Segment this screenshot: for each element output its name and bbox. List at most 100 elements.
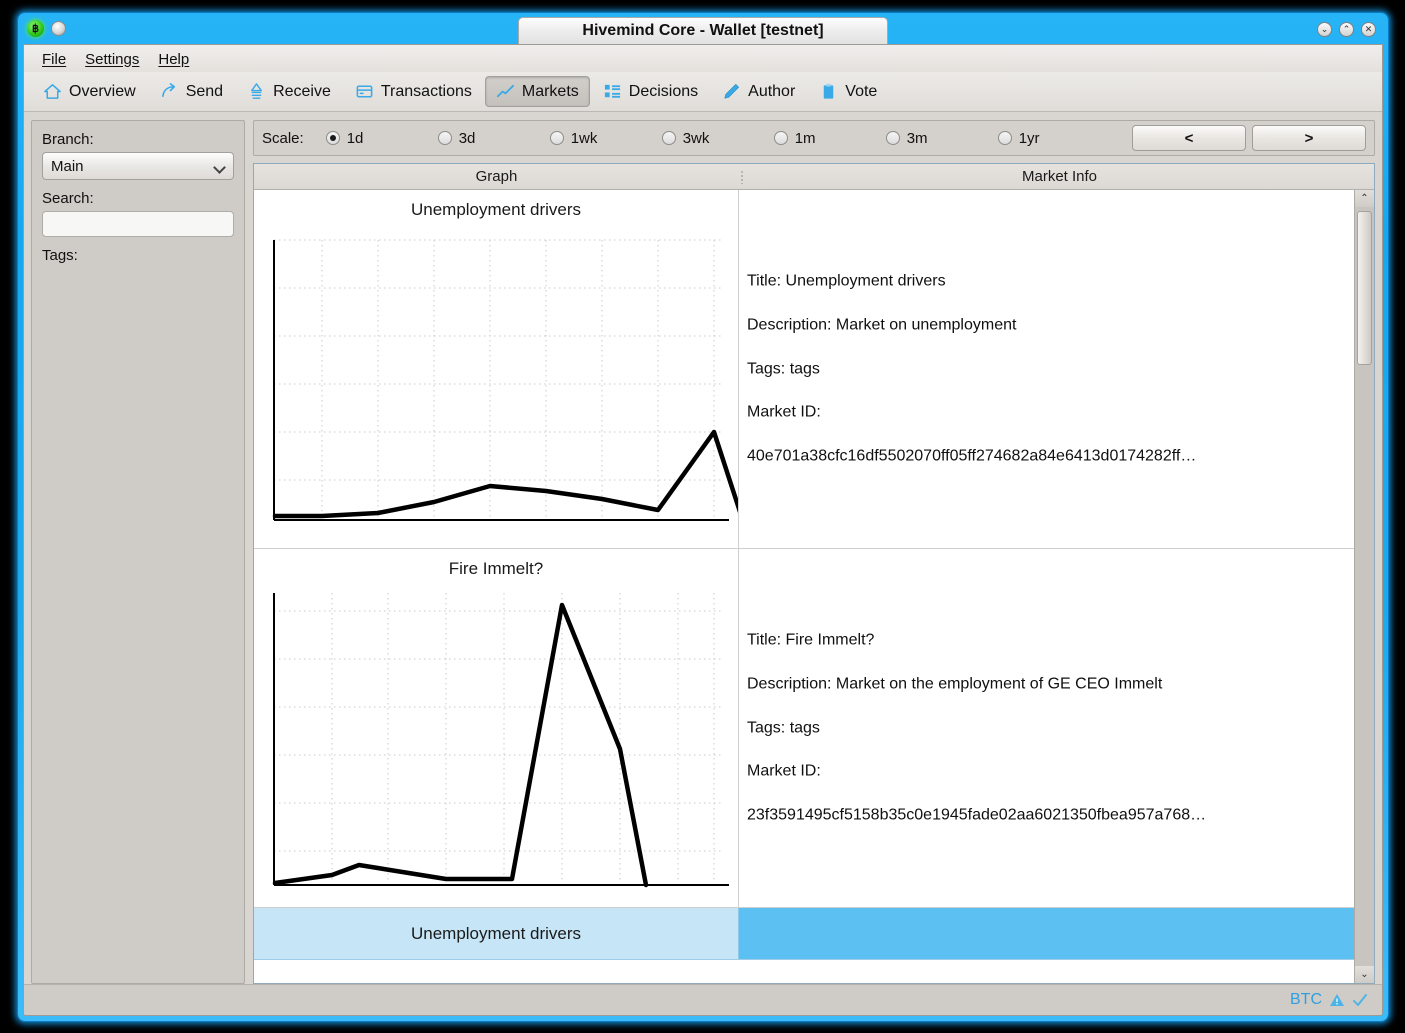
markets-table: Graph Market Info Unemployment drivers T… bbox=[253, 163, 1375, 984]
scale-option-3wk[interactable]: 3wk bbox=[661, 129, 774, 147]
prev-page-button[interactable]: < bbox=[1132, 125, 1246, 151]
home-icon bbox=[44, 84, 61, 99]
tab-receive[interactable]: Receive bbox=[236, 76, 342, 107]
search-input[interactable] bbox=[42, 211, 234, 237]
filter-sidebar: Branch: Main Search: Tags: bbox=[31, 120, 245, 984]
menu-bar: File Settings Help bbox=[24, 45, 1382, 72]
tab-send[interactable]: Send bbox=[149, 76, 234, 107]
title-bar-icon-group: ฿ bbox=[27, 20, 66, 37]
tab-markets[interactable]: Markets bbox=[484, 76, 590, 107]
market-description-line: Description: Market on unemployment bbox=[747, 316, 1017, 334]
tags-label: Tags: bbox=[42, 247, 78, 264]
menu-help-label: Help bbox=[158, 50, 190, 68]
tab-decisions-label: Decisions bbox=[628, 82, 699, 100]
secondary-orb-icon bbox=[51, 21, 66, 36]
scale-label: Scale: bbox=[262, 129, 304, 147]
send-arrow-icon bbox=[161, 83, 175, 98]
search-label: Search: bbox=[42, 190, 94, 207]
row-info-cell[interactable]: Title: Unemployment drivers Description:… bbox=[739, 190, 1354, 548]
scale-option-3wk-label: 3wk bbox=[682, 129, 710, 147]
row-graph-cell[interactable]: Fire Immelt? bbox=[254, 549, 739, 907]
radio-dot-3wk bbox=[661, 131, 676, 145]
chart-canvas bbox=[272, 593, 729, 888]
scroll-thumb[interactable] bbox=[1357, 211, 1372, 365]
status-ticker-label: BTC bbox=[1290, 991, 1322, 1008]
tab-author[interactable]: Author bbox=[711, 76, 806, 107]
table-row[interactable]: Fire Immelt? Title: Fire Immelt? Descrip… bbox=[254, 549, 1354, 908]
market-title-line: Title: Unemployment drivers bbox=[747, 272, 946, 290]
menu-file-label: File bbox=[42, 50, 67, 68]
tab-overview-label: Overview bbox=[69, 82, 136, 100]
clipboard-icon bbox=[824, 83, 834, 99]
transactions-card-icon bbox=[356, 85, 373, 98]
scroll-down-button[interactable]: ⌄ bbox=[1355, 966, 1374, 983]
menu-settings[interactable]: Settings bbox=[77, 48, 147, 70]
scale-option-1yr-label: 1yr bbox=[1018, 129, 1040, 147]
decisions-list-icon bbox=[604, 84, 620, 98]
window-controls: ⌄ ⌃ ✕ bbox=[1317, 22, 1376, 37]
column-header-graph[interactable]: Graph bbox=[254, 164, 739, 189]
close-button[interactable]: ✕ bbox=[1361, 22, 1376, 37]
warning-triangle-icon[interactable] bbox=[1329, 992, 1345, 1008]
branch-select[interactable]: Main bbox=[42, 152, 234, 180]
check-sync-icon[interactable] bbox=[1352, 992, 1368, 1008]
row-info-cell[interactable] bbox=[739, 908, 1354, 959]
row-graph-cell[interactable]: Unemployment drivers bbox=[254, 908, 739, 959]
market-info-block: Title: Fire Immelt? Description: Market … bbox=[747, 608, 1346, 849]
table-row-selected[interactable]: Unemployment drivers bbox=[254, 908, 1354, 960]
market-description-line: Description: Market on the employment of… bbox=[747, 675, 1163, 693]
vertical-scrollbar[interactable]: ⌃ ⌄ bbox=[1354, 190, 1374, 983]
scroll-up-button[interactable]: ⌃ bbox=[1355, 190, 1374, 207]
scale-option-1wk-label: 1wk bbox=[570, 129, 598, 147]
chart-canvas bbox=[272, 239, 738, 521]
maximize-button[interactable]: ⌃ bbox=[1339, 22, 1354, 37]
tab-transactions[interactable]: Transactions bbox=[344, 76, 483, 107]
scale-option-3d-label: 3d bbox=[458, 129, 476, 147]
row-graph-cell[interactable]: Unemployment drivers bbox=[254, 190, 739, 548]
radio-dot-1m bbox=[773, 131, 788, 145]
desktop-background: ฿ Hivemind Core - Wallet [testnet] ⌄ ⌃ ✕… bbox=[0, 0, 1405, 1033]
tab-vote[interactable]: Vote bbox=[808, 76, 888, 107]
tab-overview[interactable]: Overview bbox=[32, 76, 147, 107]
menu-settings-label: Settings bbox=[85, 50, 140, 68]
table-row[interactable]: Unemployment drivers Title: Unemployment… bbox=[254, 190, 1354, 549]
next-page-button[interactable]: > bbox=[1252, 125, 1366, 151]
radio-dot-1d bbox=[325, 131, 340, 145]
chart-series-line bbox=[272, 429, 738, 519]
menu-file[interactable]: File bbox=[34, 48, 74, 70]
minimize-button[interactable]: ⌄ bbox=[1317, 22, 1332, 37]
selected-row-title: Unemployment drivers bbox=[410, 923, 582, 943]
branch-label: Branch: bbox=[42, 131, 94, 148]
row-info-cell[interactable]: Title: Fire Immelt? Description: Market … bbox=[739, 549, 1354, 907]
market-id-value: 40e701a38cfc16df5502070ff05ff274682a84e6… bbox=[747, 447, 1197, 465]
scale-radio-group: 1d 3d 1wk 3wk 1m 3m 1yr bbox=[325, 129, 1126, 147]
tab-transactions-label: Transactions bbox=[380, 82, 472, 100]
chart-grid bbox=[274, 593, 724, 883]
splitter-dots-icon bbox=[741, 169, 743, 184]
branch-select-wrapper: Main bbox=[42, 152, 234, 180]
scroll-track[interactable] bbox=[1355, 207, 1374, 966]
market-tags-line: Tags: tags bbox=[747, 719, 820, 737]
radio-dot-1wk bbox=[549, 131, 564, 145]
scale-option-1wk[interactable]: 1wk bbox=[549, 129, 662, 147]
scale-option-1yr[interactable]: 1yr bbox=[997, 129, 1110, 147]
menu-help[interactable]: Help bbox=[150, 48, 197, 70]
body-split: Branch: Main Search: Tags: Scale: 1d 3d … bbox=[24, 112, 1382, 984]
main-toolbar: Overview Send Receive Transactions Marke… bbox=[24, 72, 1382, 112]
market-id-label: Market ID: bbox=[747, 762, 821, 780]
market-info-block: Title: Unemployment drivers Description:… bbox=[747, 249, 1346, 490]
window-title-tab: Hivemind Core - Wallet [testnet] bbox=[518, 17, 888, 44]
scale-option-3d[interactable]: 3d bbox=[437, 129, 550, 147]
tab-decisions[interactable]: Decisions bbox=[592, 76, 709, 107]
pencil-icon bbox=[724, 83, 740, 99]
market-id-value: 23f3591495cf5158b35c0e1945fade02aa602135… bbox=[747, 806, 1207, 824]
market-id-label: Market ID: bbox=[747, 403, 821, 421]
receive-icon bbox=[251, 83, 263, 99]
scale-option-3m[interactable]: 3m bbox=[885, 130, 998, 147]
column-header-market-info[interactable]: Market Info bbox=[745, 164, 1374, 189]
markets-chart-icon bbox=[496, 84, 514, 98]
scale-option-1d[interactable]: 1d bbox=[325, 130, 438, 147]
scale-toolbar: Scale: 1d 3d 1wk 3wk 1m 3m 1yr < > bbox=[253, 120, 1375, 156]
bitcoin-orb-icon: ฿ bbox=[27, 20, 44, 37]
scale-option-1m[interactable]: 1m bbox=[773, 130, 886, 147]
